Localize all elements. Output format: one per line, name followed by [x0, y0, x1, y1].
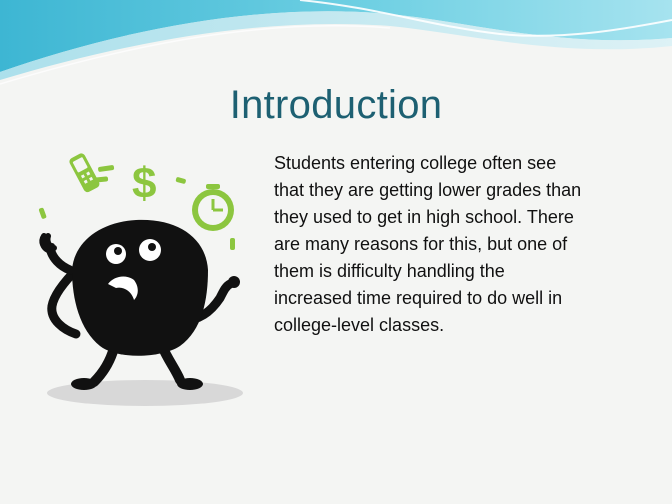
body-line: Students entering college often see: [274, 153, 557, 173]
body-line: them is difficulty handling the: [274, 261, 505, 281]
stressed-character-illustration: $: [38, 153, 243, 406]
dollar-sign-icon: $: [132, 159, 156, 208]
decorative-wave-header: [0, 0, 672, 85]
cellphone-icon: [69, 153, 100, 193]
body-line: they used to get in high school. There: [274, 207, 574, 227]
body-paragraph: Students entering college often see that…: [274, 150, 654, 339]
body-line: increased time required to do well in: [274, 288, 563, 308]
clock-icon: [192, 184, 234, 231]
body-line: that they are getting lower grades than: [274, 180, 582, 200]
body-line: college-level classes.: [274, 315, 445, 335]
slide: Introduction $ Students entering college…: [0, 0, 672, 504]
body-line: are many reasons for this, but one of: [274, 234, 568, 254]
slide-title: Introduction: [229, 83, 443, 127]
